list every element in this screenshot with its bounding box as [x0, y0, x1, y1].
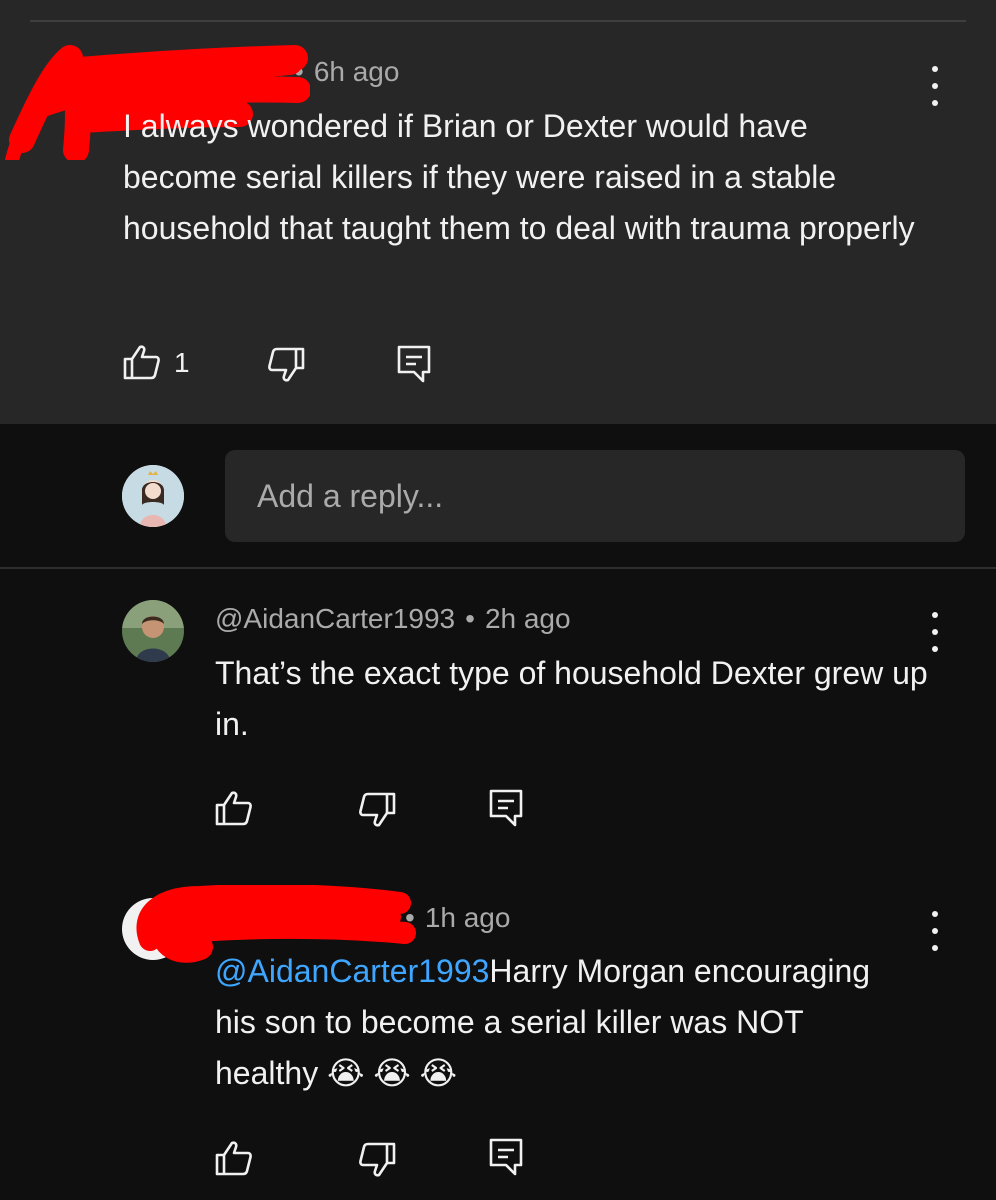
more-options-icon[interactable] — [929, 66, 941, 106]
crying-emoji: 😭 — [419, 1055, 458, 1091]
more-options-icon[interactable] — [929, 612, 941, 652]
reply-author-name[interactable]: @AidanCarter1993 — [215, 603, 455, 634]
more-options-icon[interactable] — [929, 911, 941, 951]
dislike-button[interactable] — [267, 347, 305, 383]
reply-comment-time: 1h ago — [424, 902, 511, 933]
reply-button[interactable] — [397, 345, 431, 383]
like-button[interactable] — [123, 344, 161, 380]
reply-icon — [489, 789, 523, 827]
reply-icon — [489, 1138, 523, 1176]
thumbs-up-icon — [123, 345, 160, 380]
thumbs-up-icon — [215, 1141, 252, 1176]
reply-button[interactable] — [489, 789, 523, 827]
reply-comment-time: 2h ago — [484, 603, 571, 634]
meta-separator: • — [405, 902, 415, 933]
parent-comment-time: 6h ago — [313, 56, 400, 87]
top-divider — [30, 20, 966, 22]
like-button[interactable] — [215, 1140, 253, 1176]
parent-comment: c • 6h ago I always wondered if Brian or D… — [0, 0, 996, 424]
like-button[interactable] — [215, 790, 253, 826]
meta-separator: • — [465, 603, 475, 634]
like-count: 1 — [174, 347, 190, 378]
current-user-avatar — [122, 465, 184, 527]
thumbs-down-icon — [268, 347, 305, 382]
mention-link[interactable]: @AidanCarter1993 — [215, 953, 489, 989]
dislike-button[interactable] — [358, 1142, 396, 1178]
reply-comment-meta: • 1h ago — [395, 902, 510, 934]
parent-comment-text: I always wondered if Brian or Dexter wou… — [123, 108, 915, 246]
comment-thread: c • 6h ago I always wondered if Brian or D… — [0, 0, 996, 1200]
reply-comment-text: That’s the exact type of household Dexte… — [215, 655, 928, 742]
crying-emoji: 😭 — [327, 1055, 365, 1091]
add-reply-input[interactable] — [225, 450, 965, 542]
reply-button[interactable] — [489, 1138, 523, 1176]
dislike-button[interactable] — [358, 792, 396, 828]
reply-author-avatar[interactable] — [122, 600, 184, 662]
reply-comment-text: @AidanCarter1993Harry Morgan encouraging… — [215, 946, 915, 1099]
crying-emoji: 😭 — [373, 1055, 411, 1091]
thumbs-up-icon — [215, 791, 252, 826]
reply-icon — [397, 345, 431, 383]
thumbs-down-icon — [359, 792, 396, 827]
section-divider — [0, 567, 996, 569]
thumbs-down-icon — [359, 1142, 396, 1177]
reply-comment-meta: @AidanCarter1993 • 2h ago — [215, 603, 571, 635]
